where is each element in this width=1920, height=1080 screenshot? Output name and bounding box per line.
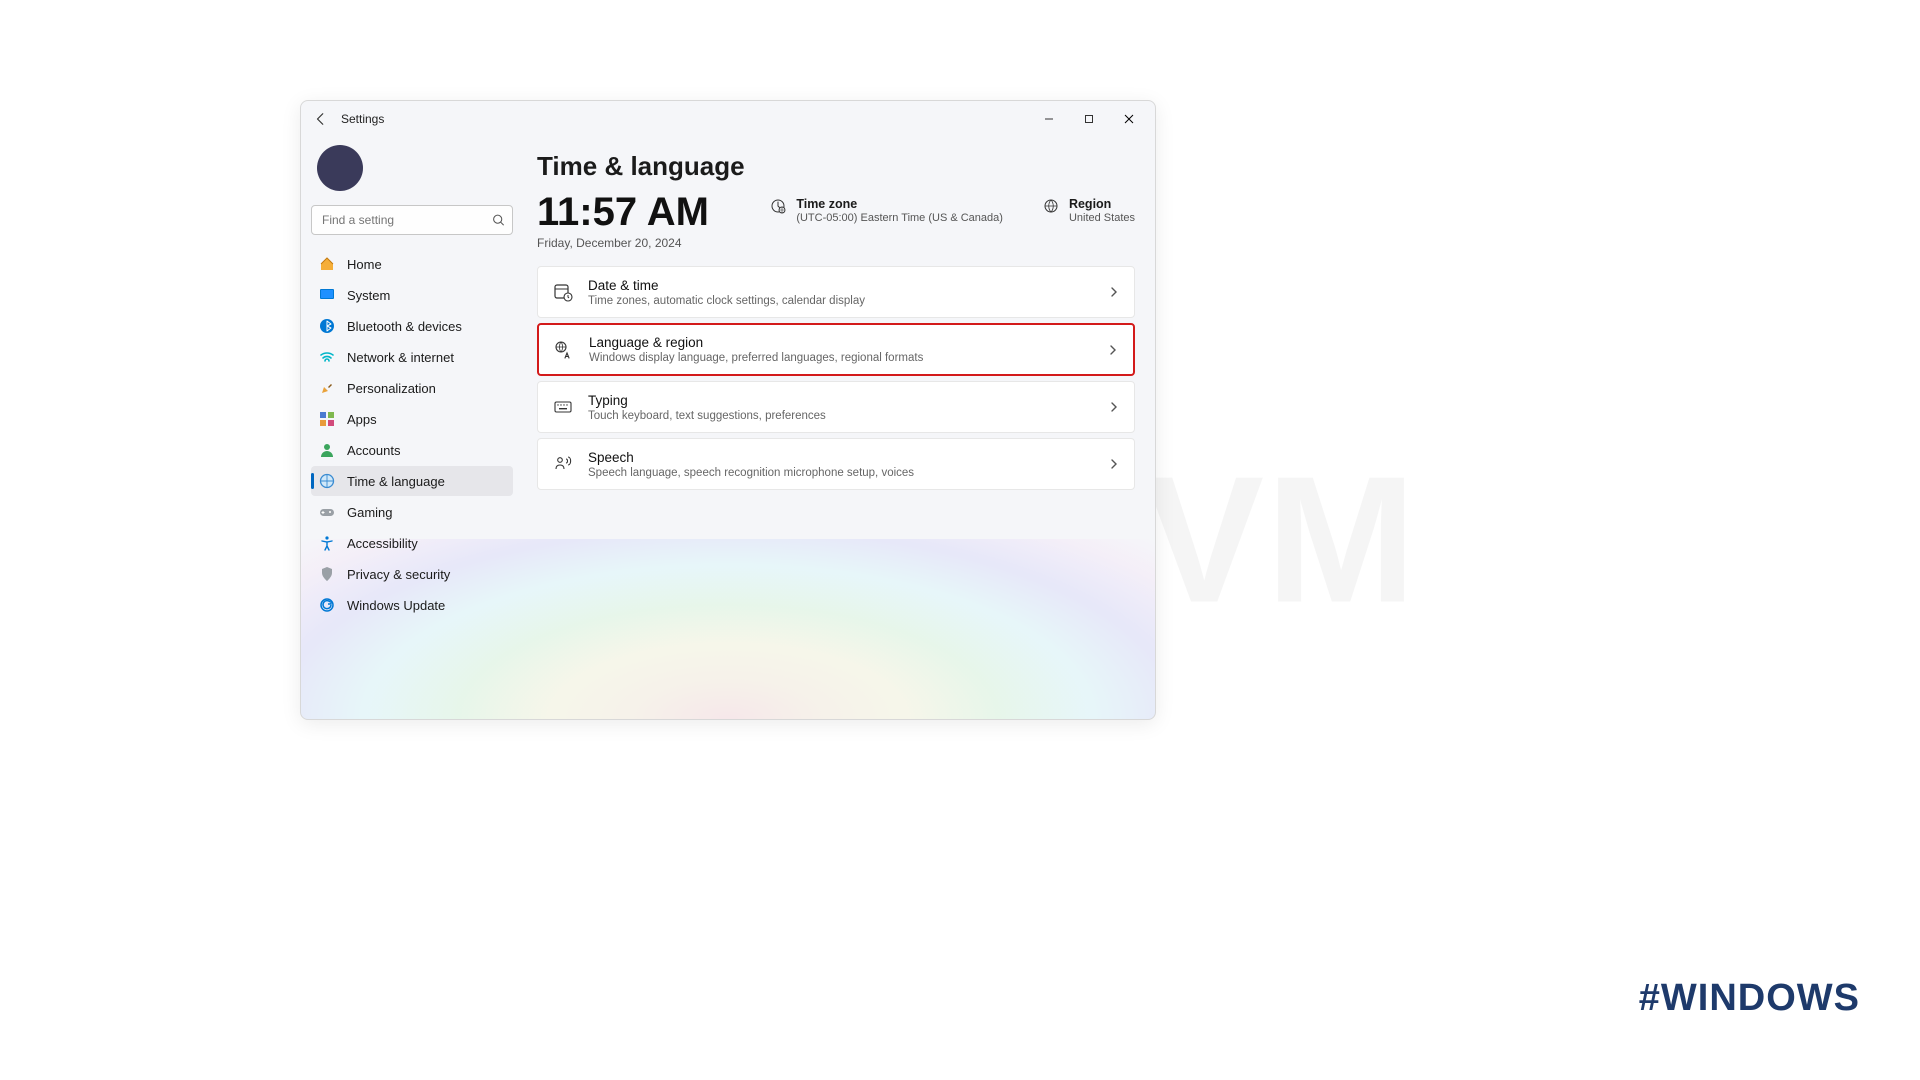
app-title: Settings <box>341 112 384 126</box>
sidebar-item-personalization[interactable]: Personalization <box>311 373 513 403</box>
gamepad-icon <box>319 504 335 520</box>
language-icon <box>553 340 575 360</box>
sidebar-item-label: Network & internet <box>347 350 454 365</box>
card-desc: Time zones, automatic clock settings, ca… <box>588 295 1094 307</box>
card-title: Typing <box>588 393 1094 408</box>
avatar[interactable] <box>317 145 363 191</box>
shield-icon <box>319 566 335 582</box>
arrow-left-icon <box>314 112 328 126</box>
sidebar-item-label: Gaming <box>347 505 393 520</box>
clock-date: Friday, December 20, 2024 <box>537 236 737 250</box>
timezone-icon <box>770 198 786 214</box>
minimize-button[interactable] <box>1029 105 1069 133</box>
close-button[interactable] <box>1109 105 1149 133</box>
home-icon <box>319 256 335 272</box>
sidebar-item-home[interactable]: Home <box>311 249 513 279</box>
person-icon <box>319 442 335 458</box>
sidebar-item-label: Time & language <box>347 474 445 489</box>
timezone-label: Time zone <box>796 196 1003 212</box>
region-value: United States <box>1069 212 1135 224</box>
globe-icon <box>1043 198 1059 214</box>
card-speech[interactable]: Speech Speech language, speech recogniti… <box>537 438 1135 490</box>
speech-icon <box>552 454 574 474</box>
chevron-right-icon <box>1108 401 1120 413</box>
card-title: Language & region <box>589 335 1093 350</box>
clock-block: 11:57 AM Friday, December 20, 2024 <box>537 192 737 250</box>
sidebar-item-network[interactable]: Network & internet <box>311 342 513 372</box>
bluetooth-icon <box>319 318 335 334</box>
maximize-button[interactable] <box>1069 105 1109 133</box>
chevron-right-icon <box>1108 458 1120 470</box>
wifi-icon <box>319 349 335 365</box>
search-input[interactable] <box>311 205 513 235</box>
sidebar-item-label: Personalization <box>347 381 436 396</box>
card-desc: Speech language, speech recognition micr… <box>588 467 1094 479</box>
timezone-info: Time zone (UTC-05:00) Eastern Time (US &… <box>770 196 1003 224</box>
timezone-value: (UTC-05:00) Eastern Time (US & Canada) <box>796 212 1003 224</box>
globe-clock-icon <box>319 473 335 489</box>
sidebar-item-accessibility[interactable]: Accessibility <box>311 528 513 558</box>
header-row: 11:57 AM Friday, December 20, 2024 Time … <box>537 192 1135 250</box>
sidebar-item-time-language[interactable]: Time & language <box>311 466 513 496</box>
region-label: Region <box>1069 196 1135 212</box>
hashtag-label: #WINDOWS <box>1639 977 1860 1020</box>
card-desc: Windows display language, preferred lang… <box>589 352 1093 364</box>
main-content: Time & language 11:57 AM Friday, Decembe… <box>523 137 1155 719</box>
sidebar-item-label: Apps <box>347 412 377 427</box>
window-controls <box>1029 105 1149 133</box>
sidebar-item-privacy[interactable]: Privacy & security <box>311 559 513 589</box>
card-title: Date & time <box>588 278 1094 293</box>
clock-time: 11:57 AM <box>537 192 737 232</box>
apps-icon <box>319 411 335 427</box>
sidebar-item-label: Accounts <box>347 443 400 458</box>
sidebar-item-gaming[interactable]: Gaming <box>311 497 513 527</box>
close-icon <box>1124 114 1134 124</box>
sidebar-item-windows-update[interactable]: Windows Update <box>311 590 513 620</box>
accessibility-icon <box>319 535 335 551</box>
sidebar-item-label: Bluetooth & devices <box>347 319 462 334</box>
sidebar-item-apps[interactable]: Apps <box>311 404 513 434</box>
sidebar-item-label: Accessibility <box>347 536 418 551</box>
keyboard-icon <box>552 397 574 417</box>
back-button[interactable] <box>307 105 335 133</box>
paint-icon <box>319 380 335 396</box>
settings-cards: Date & time Time zones, automatic clock … <box>537 266 1135 490</box>
chevron-right-icon <box>1107 344 1119 356</box>
settings-window: Settings Hom <box>300 100 1156 720</box>
maximize-icon <box>1084 114 1094 124</box>
minimize-icon <box>1044 114 1054 124</box>
card-typing[interactable]: Typing Touch keyboard, text suggestions,… <box>537 381 1135 433</box>
titlebar: Settings <box>301 101 1155 137</box>
sidebar-item-label: Windows Update <box>347 598 445 613</box>
sidebar-item-accounts[interactable]: Accounts <box>311 435 513 465</box>
page-title: Time & language <box>537 151 1135 182</box>
calendar-clock-icon <box>552 282 574 302</box>
update-icon <box>319 597 335 613</box>
sidebar-item-system[interactable]: System <box>311 280 513 310</box>
sidebar: Home System Bluetooth & devices Network … <box>301 137 523 719</box>
chevron-right-icon <box>1108 286 1120 298</box>
card-desc: Touch keyboard, text suggestions, prefer… <box>588 410 1094 422</box>
sidebar-item-label: System <box>347 288 390 303</box>
system-icon <box>319 287 335 303</box>
nav-list: Home System Bluetooth & devices Network … <box>311 249 513 620</box>
card-language-region[interactable]: Language & region Windows display langua… <box>537 323 1135 376</box>
card-date-time[interactable]: Date & time Time zones, automatic clock … <box>537 266 1135 318</box>
sidebar-item-label: Home <box>347 257 382 272</box>
search-icon <box>492 214 505 227</box>
region-info: Region United States <box>1043 196 1135 224</box>
search-box[interactable] <box>311 205 513 235</box>
sidebar-item-label: Privacy & security <box>347 567 450 582</box>
card-title: Speech <box>588 450 1094 465</box>
sidebar-item-bluetooth[interactable]: Bluetooth & devices <box>311 311 513 341</box>
